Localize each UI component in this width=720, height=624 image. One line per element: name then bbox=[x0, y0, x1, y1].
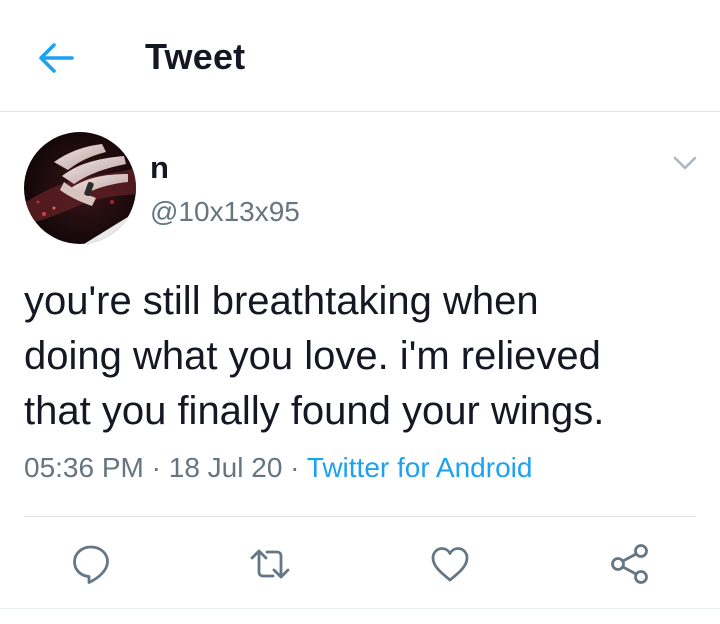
comment-icon bbox=[73, 545, 109, 584]
like-button[interactable] bbox=[428, 542, 472, 586]
tweet-time: 05:36 PM bbox=[24, 452, 144, 483]
bottom-divider bbox=[0, 608, 720, 609]
retweet-button[interactable] bbox=[248, 542, 292, 586]
divider bbox=[24, 516, 696, 517]
heart-icon bbox=[431, 547, 469, 582]
tweet-date: 18 Jul 20 bbox=[168, 452, 283, 483]
page-title: Tweet bbox=[145, 36, 246, 77]
share-icon bbox=[611, 544, 648, 584]
meta-separator: · bbox=[151, 452, 161, 483]
reply-button[interactable] bbox=[69, 542, 113, 586]
user-handle[interactable]: @10x13x95 bbox=[150, 196, 300, 228]
top-bar: Tweet bbox=[0, 0, 720, 112]
more-options-button[interactable] bbox=[668, 148, 702, 178]
tweet-source-link[interactable]: Twitter for Android bbox=[307, 452, 533, 483]
arrow-left-icon bbox=[39, 43, 74, 73]
display-name[interactable]: n bbox=[150, 150, 169, 186]
share-button[interactable] bbox=[608, 542, 652, 586]
chevron-down-icon bbox=[673, 156, 697, 170]
avatar[interactable] bbox=[24, 132, 136, 244]
tweet-meta: 05:36 PM · 18 Jul 20 · Twitter for Andro… bbox=[24, 452, 532, 484]
back-button[interactable] bbox=[34, 38, 78, 78]
avatar-image bbox=[24, 132, 136, 244]
meta-separator: · bbox=[290, 452, 300, 483]
retweet-icon bbox=[250, 549, 290, 579]
tweet-text: you're still breathtaking when doing wha… bbox=[24, 279, 605, 433]
